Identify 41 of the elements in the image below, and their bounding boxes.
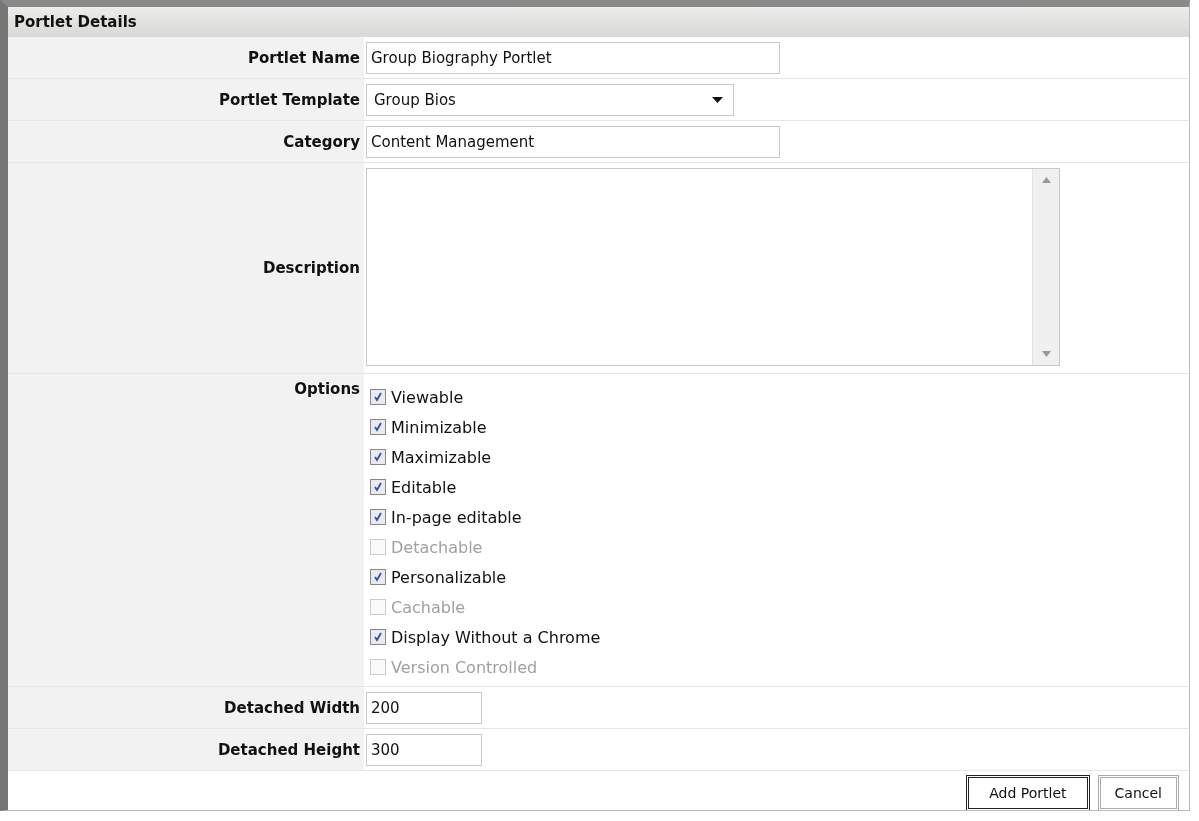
field-label: Portlet Template [219,90,360,109]
caret-icon [712,96,723,103]
field-label: Options [294,380,360,398]
checkbox-label: Display Without a Chrome [391,627,601,647]
checkbox-label: Version Controlled [391,657,538,677]
text-field[interactable]: Content Management [366,125,780,158]
checkbox-label: Cachable [391,597,466,617]
checkbox[interactable] [370,479,386,495]
field-label: Detached Width [224,698,360,717]
field-label: Portlet Name [247,48,360,67]
checkbox-label: Editable [391,477,457,497]
checkbox[interactable] [370,419,386,435]
check-icon [373,512,383,522]
textarea-field[interactable] [366,168,1060,366]
check-icon [373,632,383,642]
panel-title: Portlet Details [14,13,137,31]
checkbox-label: In-page editable [391,507,522,527]
button[interactable]: Cancel [1097,775,1179,810]
checkbox[interactable] [370,629,386,645]
check-icon [373,392,383,402]
text-field[interactable]: Group Biography Portlet [366,41,780,74]
check-icon [373,422,383,432]
checkbox-label: Personalizable [391,567,507,587]
checkbox-label: Maximizable [391,447,492,467]
checkbox[interactable] [370,449,386,465]
checkbox-label: Detachable [391,537,483,557]
field-label: Category [283,132,360,151]
check-icon [373,452,383,462]
checkbox-label: Viewable [391,387,464,407]
button[interactable]: Add Portlet [966,775,1090,810]
checkbox-label: Minimizable [391,417,487,437]
text-field[interactable]: 200 [366,691,482,724]
check-icon [373,572,383,582]
dropdown[interactable]: Group Bios [366,83,734,116]
checkbox[interactable] [370,389,386,405]
text-field[interactable]: 300 [366,733,482,766]
check-icon [373,482,383,492]
checkbox[interactable] [370,509,386,525]
checkbox[interactable] [370,569,386,585]
field-label: Description [262,259,360,277]
field-label: Detached Height [217,740,360,759]
